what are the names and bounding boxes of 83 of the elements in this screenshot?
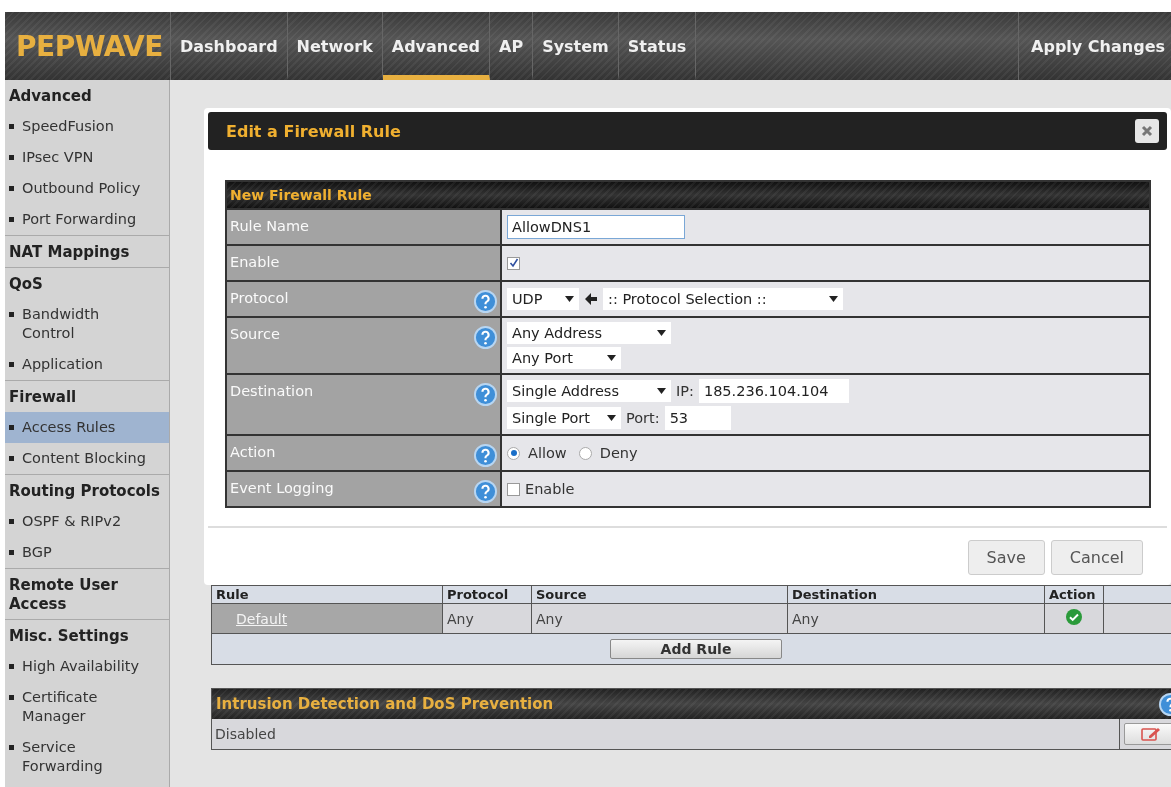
form-section-title: New Firewall Rule — [227, 182, 1149, 208]
sidebar-heading[interactable]: QoS — [5, 267, 169, 299]
sidebar-heading[interactable]: Misc. Settings — [5, 619, 169, 651]
sidebar-heading[interactable]: NAT Mappings — [5, 235, 169, 267]
radio-label: Allow — [528, 445, 567, 461]
form-label: Rule Name — [230, 218, 309, 234]
bullet-icon — [9, 362, 14, 367]
form-label: Event Logging — [230, 480, 334, 496]
caret-icon — [829, 296, 838, 302]
bullet-icon — [9, 745, 14, 750]
radio-button[interactable] — [507, 446, 520, 460]
sidebar-item[interactable]: Access Rules — [5, 412, 169, 443]
column-header: Rule — [211, 585, 443, 604]
caret-icon — [657, 330, 666, 336]
table-cell: Any — [442, 603, 532, 634]
sidebar-item[interactable]: High Availability — [5, 651, 169, 682]
bullet-icon — [9, 456, 14, 461]
field-label: Port: — [626, 410, 660, 426]
sidebar-heading[interactable]: Routing Protocols — [5, 474, 169, 506]
edit-button[interactable] — [1124, 723, 1171, 745]
sidebar-item[interactable]: Service Forwarding — [5, 732, 169, 782]
caret-icon — [657, 388, 666, 394]
sidebar-item[interactable]: Outbound Policy — [5, 173, 169, 204]
checkbox-label: Enable — [525, 481, 575, 497]
form-label: Protocol — [230, 290, 289, 306]
sidebar-item[interactable]: IPsec VPN — [5, 142, 169, 173]
panel-title: Intrusion Detection and DoS Prevention — [216, 695, 554, 713]
column-header: Action — [1044, 585, 1104, 604]
select-dropdown[interactable]: Single Address — [507, 380, 671, 402]
dialog-button[interactable]: Save — [967, 540, 1045, 575]
sidebar-heading[interactable]: Remote User Access — [5, 568, 169, 619]
bullet-icon — [9, 124, 14, 129]
table-cell: Any — [531, 603, 788, 634]
caret-icon — [607, 355, 616, 361]
form-label: Enable — [230, 254, 280, 270]
select-dropdown[interactable]: Single Port — [507, 407, 621, 429]
caret-icon — [607, 415, 616, 421]
bullet-icon — [9, 695, 14, 700]
bullet-icon — [9, 312, 14, 317]
bullet-icon — [9, 186, 14, 191]
sidebar-item[interactable]: Port Forwarding — [5, 204, 169, 235]
select-dropdown[interactable]: Any Address — [507, 322, 671, 344]
text-field[interactable]: 185.236.104.104 — [698, 379, 849, 403]
close-button[interactable] — [1135, 119, 1159, 143]
text-field[interactable]: 53 — [664, 406, 731, 430]
sidebar-item[interactable]: Certificate Manager — [5, 682, 169, 732]
select-dropdown[interactable]: Any Port — [507, 347, 621, 369]
column-header: Source — [531, 585, 788, 604]
sidebar-item[interactable]: BGP — [5, 537, 169, 568]
dialog-title: Edit a Firewall Rule — [226, 121, 401, 141]
close-icon — [1141, 125, 1153, 137]
field-label: IP: — [676, 383, 694, 399]
bullet-icon — [9, 217, 14, 222]
left-arrow-icon — [584, 292, 598, 306]
sidebar-item[interactable]: SpeedFusion — [5, 111, 169, 142]
column-header: Protocol — [442, 585, 532, 604]
sidebar-heading[interactable]: Advanced — [5, 80, 169, 111]
select-dropdown[interactable]: :: Protocol Selection :: — [603, 288, 843, 310]
form-label: Action — [230, 444, 276, 460]
form-label: Source — [230, 326, 280, 342]
table-cell: Any — [787, 603, 1045, 634]
bullet-icon — [9, 519, 14, 524]
radio-button[interactable] — [578, 446, 592, 460]
form-label: Destination — [230, 383, 314, 399]
bullet-icon — [9, 425, 14, 430]
column-header: Destination — [787, 585, 1045, 604]
text-field[interactable]: AllowDNS1 — [507, 215, 685, 239]
radio-label: Deny — [599, 445, 638, 461]
checkbox[interactable] — [507, 482, 520, 496]
sidebar-item[interactable]: Application — [5, 349, 169, 380]
edit-icon — [1141, 727, 1161, 741]
add-rule-button[interactable]: Add Rule — [609, 639, 783, 659]
bullet-icon — [9, 155, 14, 160]
bullet-icon — [9, 664, 14, 669]
sidebar-item[interactable]: Bandwidth Control — [5, 299, 169, 349]
bullet-icon — [9, 550, 14, 555]
select-dropdown[interactable]: UDP — [507, 288, 579, 310]
checkbox[interactable] — [507, 256, 520, 270]
sidebar-item[interactable]: OSPF & RIPv2 — [5, 506, 169, 537]
sidebar-item[interactable]: Content Blocking — [5, 443, 169, 474]
caret-icon — [565, 296, 574, 302]
dialog-button[interactable]: Cancel — [1050, 540, 1143, 575]
status-text: Disabled — [212, 719, 1120, 749]
